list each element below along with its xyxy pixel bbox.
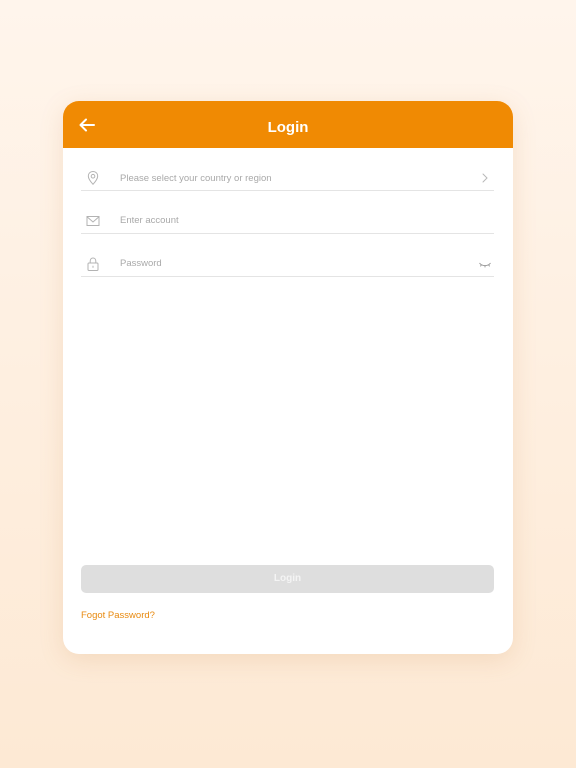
lock-icon [87, 257, 99, 271]
header-bar: Login [63, 101, 513, 148]
eye-closed-icon[interactable] [478, 258, 492, 272]
location-pin-icon [87, 170, 99, 186]
chevron-right-icon [482, 173, 488, 183]
region-selector[interactable]: Please select your country or region [81, 148, 494, 191]
page-title: Login [267, 119, 309, 136]
password-field[interactable]: Password [81, 234, 494, 277]
account-input-placeholder: Enter account [120, 215, 179, 226]
back-button[interactable] [75, 115, 99, 135]
login-card: Login Please select your country or regi… [63, 101, 513, 654]
account-field[interactable]: Enter account [81, 191, 494, 234]
forgot-password-link[interactable]: Fogot Password? [81, 610, 155, 621]
login-button[interactable]: Login [81, 565, 494, 593]
password-input-placeholder: Password [120, 258, 162, 269]
arrow-left-icon [79, 118, 95, 132]
region-placeholder: Please select your country or region [120, 173, 272, 184]
envelope-icon [86, 216, 100, 226]
